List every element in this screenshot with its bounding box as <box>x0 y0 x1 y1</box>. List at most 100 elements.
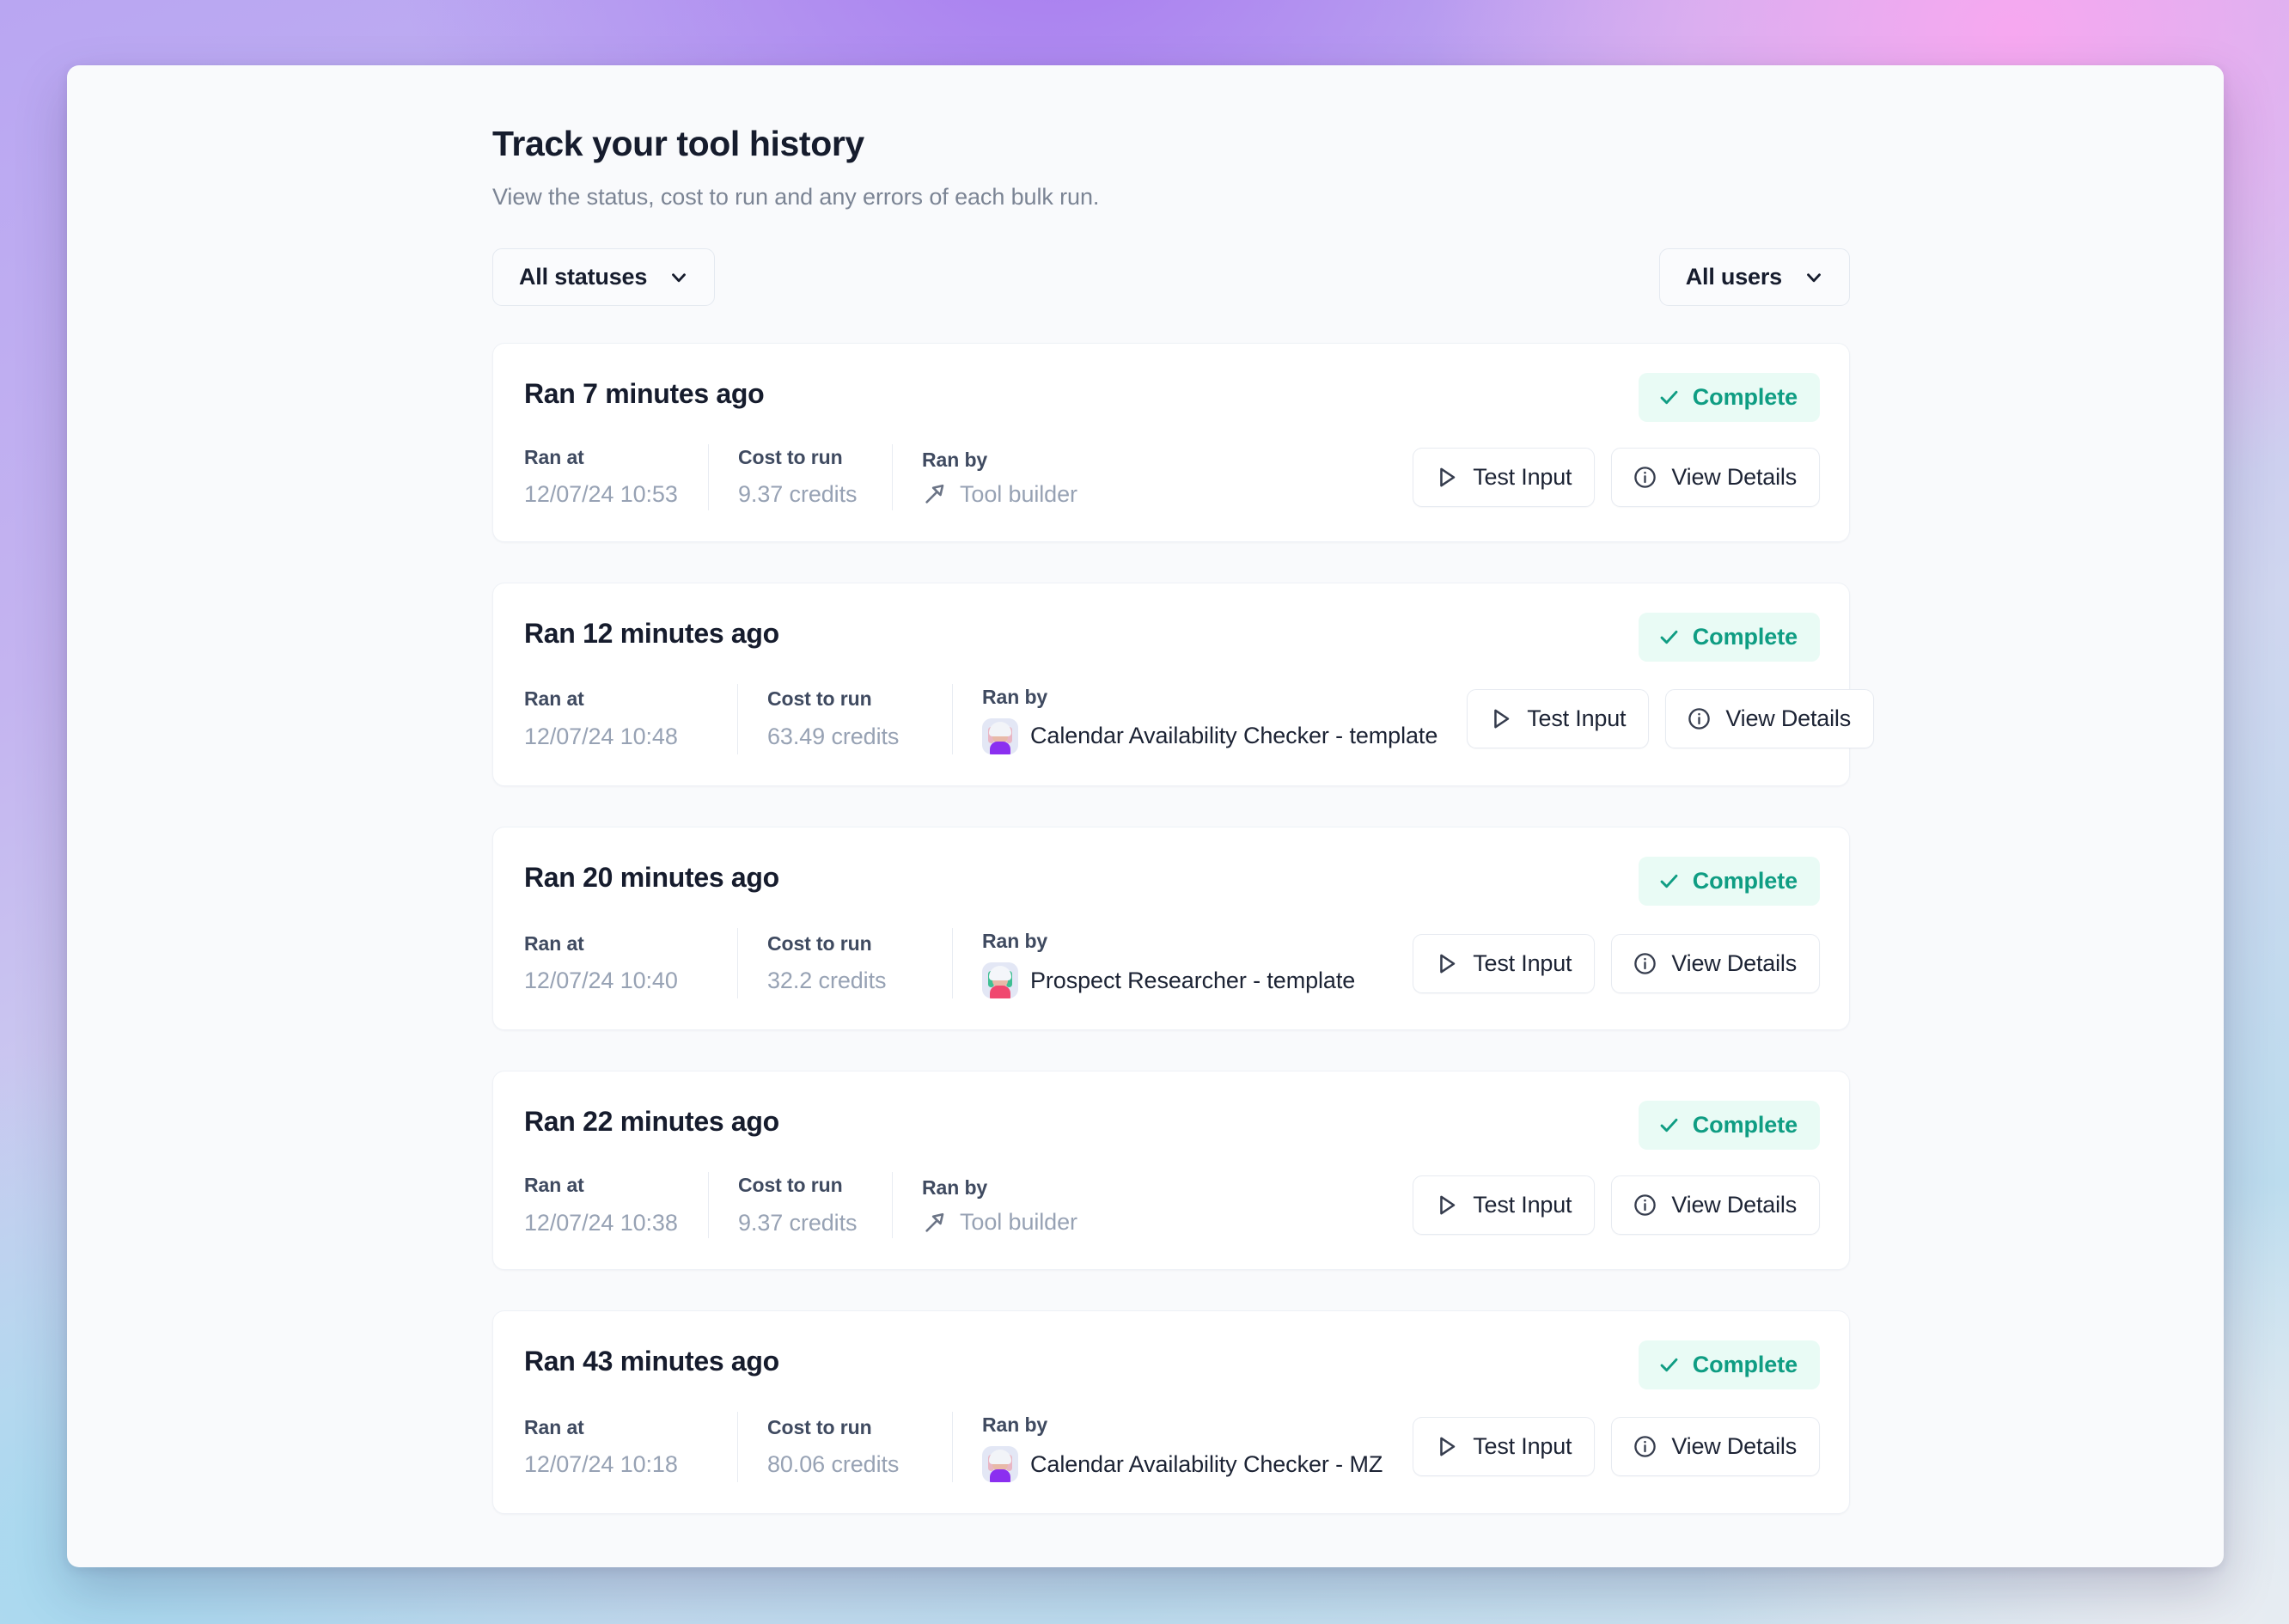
cost-value: 9.37 credits <box>738 481 858 508</box>
run-card-title: Ran 20 minutes ago <box>524 861 779 893</box>
user-filter-label: All users <box>1685 264 1782 290</box>
cost-column: Cost to run 63.49 credits <box>737 683 952 754</box>
check-icon <box>1657 1353 1681 1377</box>
run-card-header: Ran 20 minutes ago Complete <box>524 856 1820 906</box>
page-title: Track your tool history <box>492 124 864 163</box>
run-meta-columns: Ran at 12/07/24 10:40 Cost to run 32.2 cred… <box>524 927 1413 999</box>
run-history-list: Ran 7 minutes ago Complete Ran at 12/07/24 … <box>492 343 1874 1515</box>
info-icon <box>1687 706 1712 731</box>
test-input-label: Test Input <box>1527 705 1627 732</box>
ran-by-value: Calendar Availability Checker - MZ <box>982 1446 1383 1483</box>
ran-at-column: Ran at 12/07/24 10:18 <box>524 1412 737 1482</box>
app-window: Track your tool history View the status,… <box>67 65 2224 1567</box>
avatar <box>982 962 1018 999</box>
ran-at-value: 12/07/24 10:18 <box>524 1451 678 1478</box>
status-badge-label: Complete <box>1692 1351 1798 1377</box>
cost-column: Cost to run 9.37 credits <box>708 1172 892 1238</box>
status-badge-label: Complete <box>1692 867 1798 894</box>
tool-builder-icon <box>922 481 948 507</box>
avatar <box>982 717 1018 754</box>
test-input-label: Test Input <box>1473 463 1572 490</box>
test-input-label: Test Input <box>1473 1192 1572 1218</box>
cost-column: Cost to run 32.2 credits <box>737 927 952 999</box>
status-badge: Complete <box>1638 373 1820 422</box>
status-badge: Complete <box>1638 612 1820 662</box>
status-badge-label: Complete <box>1692 384 1798 410</box>
page-content: Track your tool history View the status,… <box>67 65 2224 1554</box>
run-card-title: Ran 7 minutes ago <box>524 378 765 409</box>
view-details-button[interactable]: View Details <box>1611 447 1820 507</box>
tool-builder-icon <box>922 1210 948 1236</box>
ran-at-label: Ran at <box>524 1174 584 1197</box>
ran-at-label: Ran at <box>524 687 584 711</box>
run-card-body: Ran at 12/07/24 10:18 Cost to run 80.06 cre… <box>524 1411 1820 1483</box>
view-details-button[interactable]: View Details <box>1611 1417 1820 1477</box>
ran-at-column: Ran at 12/07/24 10:53 <box>524 444 708 510</box>
ran-at-label: Ran at <box>524 1415 584 1438</box>
run-card: Ran 7 minutes ago Complete Ran at 12/07/24 … <box>492 343 1850 542</box>
run-card: Ran 22 minutes ago Complete Ran at 12/07/24… <box>492 1071 1850 1270</box>
ran-at-label: Ran at <box>524 446 584 468</box>
ran-by-column: Ran by Calendar Availability Checker - MZ <box>952 1411 1413 1483</box>
cost-column: Cost to run 9.37 credits <box>708 444 892 510</box>
cost-label: Cost to run <box>767 931 872 955</box>
run-card-actions: Test Input View Details <box>1413 1417 1820 1477</box>
run-card: Ran 20 minutes ago Complete Ran at 12/07/24… <box>492 826 1850 1031</box>
ran-by-label: Ran by <box>982 685 1048 708</box>
info-icon <box>1633 951 1657 976</box>
chevron-down-icon <box>1803 266 1825 289</box>
ran-by-value: Prospect Researcher - template <box>982 962 1383 999</box>
status-badge: Complete <box>1638 1101 1820 1151</box>
view-details-button[interactable]: View Details <box>1611 933 1820 993</box>
test-input-button[interactable]: Test Input <box>1413 1175 1596 1236</box>
cost-column: Cost to run 80.06 credits <box>737 1411 952 1483</box>
view-details-label: View Details <box>1671 463 1797 490</box>
check-icon <box>1657 626 1681 649</box>
run-card-header: Ran 12 minutes ago Complete <box>524 612 1820 662</box>
check-icon <box>1657 386 1681 409</box>
run-card: Ran 12 minutes ago Complete Ran at 12/07/24… <box>492 582 1874 786</box>
cost-label: Cost to run <box>738 1174 843 1197</box>
test-input-button[interactable]: Test Input <box>1413 1417 1596 1477</box>
user-filter-dropdown[interactable]: All users <box>1658 248 1850 306</box>
run-card-actions: Test Input View Details <box>1413 933 1820 993</box>
filters-row: All statuses All users <box>492 248 1850 306</box>
ran-by-column: Ran by Prospect Researcher - template <box>952 927 1413 999</box>
view-details-button[interactable]: View Details <box>1611 1175 1820 1236</box>
cost-value: 9.37 credits <box>738 1209 858 1236</box>
view-details-button[interactable]: View Details <box>1665 689 1874 749</box>
test-input-button[interactable]: Test Input <box>1413 447 1596 507</box>
ran-at-value: 12/07/24 10:53 <box>524 481 678 508</box>
run-card-title: Ran 43 minutes ago <box>524 1345 779 1377</box>
run-card: Ran 43 minutes ago Complete Ran at 12/07/24… <box>492 1310 1850 1515</box>
ran-at-column: Ran at 12/07/24 10:40 <box>524 928 737 998</box>
cost-value: 32.2 credits <box>767 968 887 994</box>
cost-value: 63.49 credits <box>767 723 900 749</box>
ran-by-name: Tool builder <box>960 480 1077 507</box>
chevron-down-icon <box>668 266 690 289</box>
run-meta-columns: Ran at 12/07/24 10:38 Cost to run 9.37 cred… <box>524 1172 1413 1238</box>
play-icon <box>1434 1434 1459 1459</box>
ran-by-name: Calendar Availability Checker - MZ <box>1030 1450 1383 1477</box>
run-card-body: Ran at 12/07/24 10:40 Cost to run 32.2 cred… <box>524 927 1820 999</box>
ran-at-label: Ran at <box>524 931 584 955</box>
run-card-actions: Test Input View Details <box>1467 689 1874 749</box>
run-card-body: Ran at 12/07/24 10:38 Cost to run 9.37 cred… <box>524 1172 1820 1238</box>
status-badge-label: Complete <box>1692 1112 1798 1139</box>
run-card-header: Ran 22 minutes ago Complete <box>524 1101 1820 1151</box>
info-icon <box>1633 1193 1657 1218</box>
run-meta-columns: Ran at 12/07/24 10:18 Cost to run 80.06 cre… <box>524 1411 1413 1483</box>
ran-by-label: Ran by <box>982 929 1048 952</box>
run-card-header: Ran 7 minutes ago Complete <box>524 373 1820 422</box>
info-icon <box>1633 1434 1657 1459</box>
ran-by-name: Calendar Availability Checker - template <box>1030 723 1438 749</box>
status-filter-dropdown[interactable]: All statuses <box>492 248 716 306</box>
play-icon <box>1434 465 1459 490</box>
test-input-button[interactable]: Test Input <box>1467 689 1650 749</box>
view-details-label: View Details <box>1671 1433 1797 1460</box>
cost-label: Cost to run <box>767 687 872 711</box>
ran-by-name: Tool builder <box>960 1209 1077 1236</box>
ran-at-column: Ran at 12/07/24 10:48 <box>524 684 737 754</box>
status-badge: Complete <box>1638 856 1820 906</box>
test-input-button[interactable]: Test Input <box>1413 933 1596 993</box>
